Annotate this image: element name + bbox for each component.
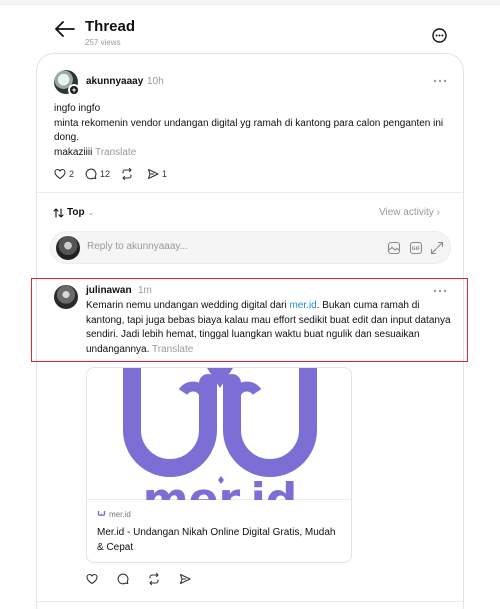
preview-image: mer.id xyxy=(87,368,351,525)
heart-icon xyxy=(54,168,66,180)
comment-icon xyxy=(117,573,129,585)
like-button[interactable]: 2 xyxy=(54,168,74,180)
link-preview-card[interactable]: mer.id mer.id Mer.id - Undangan Nikah On… xyxy=(86,367,352,563)
highlight-box xyxy=(31,278,468,362)
reply-actions xyxy=(86,573,210,585)
page-title: Thread xyxy=(85,18,136,35)
comment-icon xyxy=(85,168,97,180)
svg-text:GIF: GIF xyxy=(412,246,420,252)
reply-count: 12 xyxy=(100,169,111,179)
post-time: 10h xyxy=(147,76,164,87)
share-count: 1 xyxy=(162,169,168,179)
sort-label: Top xyxy=(67,207,85,218)
view-count: 257 views xyxy=(85,38,121,47)
reply-composer: GIF xyxy=(50,231,451,264)
post-body: ingfo ingfo minta rekomenin vendor undan… xyxy=(54,102,449,160)
more-options-icon[interactable] xyxy=(432,28,447,43)
sort-dropdown[interactable]: Top ⌄ xyxy=(53,207,94,218)
site-favicon-icon xyxy=(97,511,106,516)
preview-title: Mer.id - Undangan Nikah Online Digital G… xyxy=(97,527,336,553)
more-dots-icon[interactable] xyxy=(433,78,447,84)
image-icon[interactable] xyxy=(387,241,401,255)
chevron-down-icon: ⌄ xyxy=(87,208,95,217)
view-activity-label: View activity xyxy=(379,207,434,218)
reply-input[interactable] xyxy=(87,241,317,252)
preview-domain-label: mer.id xyxy=(109,510,131,519)
like-count: 2 xyxy=(69,169,75,179)
repost-button[interactable] xyxy=(148,573,163,585)
translate-link[interactable]: Translate xyxy=(95,147,136,158)
share-button[interactable] xyxy=(179,573,194,585)
post-line: ingfo ingfo xyxy=(54,103,101,114)
repost-icon xyxy=(122,168,132,180)
post-author[interactable]: akunnyaaay xyxy=(86,76,143,87)
follow-plus-icon[interactable]: + xyxy=(68,84,80,96)
back-arrow-icon[interactable] xyxy=(55,21,75,37)
repost-icon xyxy=(149,573,159,585)
expand-icon[interactable] xyxy=(430,241,444,255)
reply-button[interactable] xyxy=(117,573,132,585)
share-button[interactable]: 1 xyxy=(147,168,167,180)
send-icon xyxy=(147,168,159,180)
sort-icon xyxy=(53,207,64,218)
post-line: minta rekomenin vendor undangan digital … xyxy=(54,117,444,144)
post-line: makaziiii xyxy=(54,146,93,158)
avatar xyxy=(56,236,80,260)
send-icon xyxy=(179,573,191,585)
heart-icon xyxy=(86,573,98,585)
like-button[interactable] xyxy=(86,573,101,585)
chevron-right-icon: › xyxy=(436,207,440,218)
post-actions: 2 12 1 xyxy=(54,168,178,180)
view-activity-link[interactable]: View activity › xyxy=(379,207,440,218)
top-bar xyxy=(0,0,500,5)
mer-id-logo: mer.id xyxy=(123,368,317,525)
divider xyxy=(37,601,463,602)
divider xyxy=(37,192,463,193)
reply-button[interactable]: 12 xyxy=(85,168,110,180)
logo-wordmark: mer.id xyxy=(143,474,297,500)
preview-domain: mer.id xyxy=(97,510,131,519)
gif-icon[interactable]: GIF xyxy=(409,241,423,255)
repost-button[interactable] xyxy=(121,168,136,180)
